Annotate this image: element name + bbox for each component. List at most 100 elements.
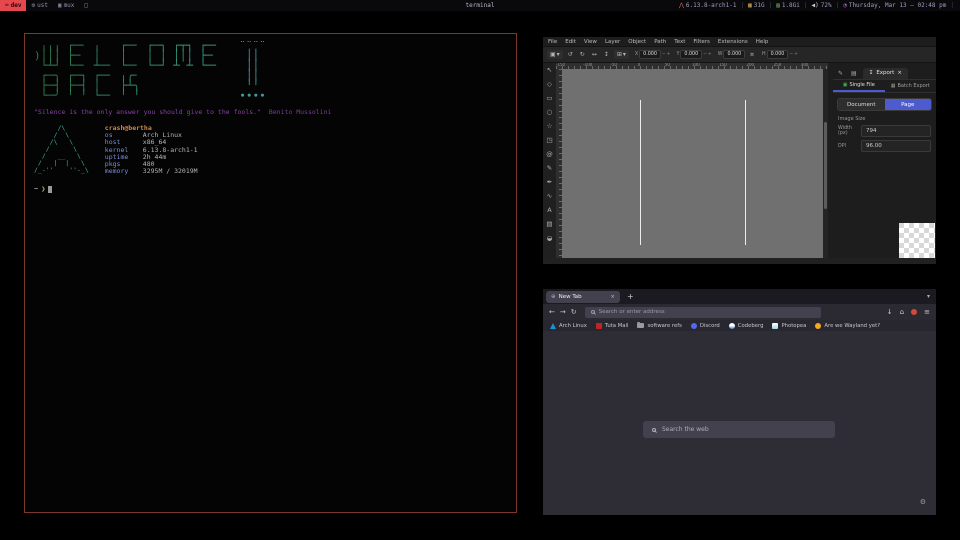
- workspace-tag-dev[interactable]: ⌨ dev: [0, 0, 26, 11]
- gear-tag-icon: ⚙: [31, 2, 35, 9]
- status-bar: ⌨ dev ⚙ ust ▣ mux □ terminal ⋀6.13.8-arc…: [0, 0, 960, 11]
- menu-view[interactable]: View: [584, 39, 597, 45]
- url-bar[interactable]: Search or enter address: [585, 307, 821, 318]
- menu-filters[interactable]: Filters: [693, 39, 710, 45]
- x-label: X: [635, 52, 638, 57]
- forward-button[interactable]: →: [560, 308, 566, 316]
- workspace-tag-mux[interactable]: ▣ mux: [53, 0, 79, 11]
- chevron-down-icon: ▾: [623, 51, 626, 58]
- close-icon[interactable]: ×: [897, 70, 902, 76]
- tool-selector-icon[interactable]: ↖: [543, 63, 556, 77]
- single-file-tab[interactable]: ▣Single File: [833, 80, 885, 92]
- x-minus-stepper[interactable]: −: [662, 52, 666, 57]
- tool-gradient-icon[interactable]: ▤: [543, 217, 556, 231]
- reload-button[interactable]: ↻: [571, 308, 577, 316]
- tool-ellipse-icon[interactable]: ○: [543, 105, 556, 119]
- y-minus-stepper[interactable]: −: [703, 52, 707, 57]
- x-input[interactable]: 0.000: [639, 50, 661, 59]
- new-tab-button[interactable]: +: [627, 293, 634, 301]
- gear-icon[interactable]: ⚙: [920, 498, 926, 506]
- tool-star-icon[interactable]: ☆: [543, 119, 556, 133]
- desktop: ⌨ dev ⚙ ust ▣ mux □ terminal ⋀6.13.8-arc…: [0, 0, 960, 540]
- batch-export-tab[interactable]: ▦Batch Export: [885, 80, 937, 92]
- canvas[interactable]: [562, 69, 823, 258]
- width-row: Width (px) 794: [838, 125, 931, 137]
- rotate-ccw-button[interactable]: ↺: [566, 50, 575, 59]
- menu-extensions[interactable]: Extensions: [718, 39, 748, 45]
- rotate-cw-button[interactable]: ↻: [578, 50, 587, 59]
- menu-layer[interactable]: Layer: [605, 39, 620, 45]
- tool-calligraphy-icon[interactable]: ∿: [543, 189, 556, 203]
- nav-right-icons: ↓ ⌂ ≡: [887, 308, 930, 316]
- tool-spiral-icon[interactable]: @: [543, 147, 556, 161]
- h-input[interactable]: 0.000: [767, 50, 789, 59]
- x-plus-stepper[interactable]: +: [667, 52, 671, 57]
- y-plus-stepper[interactable]: +: [708, 52, 712, 57]
- workspace-tag-empty[interactable]: □: [79, 0, 93, 11]
- volume-icon: ◀): [812, 2, 819, 9]
- url-placeholder: Search or enter address: [599, 309, 665, 315]
- h-plus-stepper[interactable]: +: [794, 52, 798, 57]
- align-icon: ⊞: [617, 51, 622, 58]
- tool-pencil-icon[interactable]: ✎: [543, 161, 556, 175]
- bookmark-software-refs-folder[interactable]: software refs: [637, 323, 681, 329]
- flip-vertical-button[interactable]: ↕: [602, 50, 611, 59]
- list-tabs-chevron-icon[interactable]: ▾: [927, 293, 933, 300]
- chevron-down-icon: ▾: [557, 51, 560, 58]
- export-dialog-tab[interactable]: ↧ Export ×: [863, 68, 908, 79]
- menu-path[interactable]: Path: [654, 39, 666, 45]
- bookmark-codeberg[interactable]: Codeberg: [729, 323, 764, 329]
- h-minus-stepper[interactable]: −: [789, 52, 793, 57]
- square-tag-icon: □: [84, 2, 88, 9]
- width-input[interactable]: 794: [861, 125, 931, 137]
- workspace-tag-ust[interactable]: ⚙ ust: [26, 0, 52, 11]
- menu-help[interactable]: Help: [756, 39, 769, 45]
- y-input[interactable]: 0.000: [680, 50, 702, 59]
- align-dropdown[interactable]: ⊞▾: [614, 50, 629, 59]
- tab-close-icon[interactable]: ×: [610, 294, 615, 300]
- tool-box3d-icon[interactable]: ◳: [543, 133, 556, 147]
- active-tab[interactable]: ⊕ New Tab ×: [546, 291, 620, 303]
- bookmark-photopea[interactable]: Photopea: [772, 323, 806, 329]
- y-field-group: Y0.000−+: [676, 50, 711, 59]
- scrollbar-thumb[interactable]: [824, 122, 827, 209]
- terminal-window[interactable]: ╷╷╷ ┌─╴ ╷ ┌─╴ ┌─┐ ┌┬┐ ┌─╴ ¨¨¨¨)│││ ├─ │ …: [24, 33, 517, 513]
- menu-object[interactable]: Object: [628, 39, 646, 45]
- menu-icon[interactable]: ≡: [924, 308, 930, 316]
- bookmark-discord[interactable]: Discord: [691, 323, 720, 329]
- search-placeholder: Search the web: [662, 426, 709, 433]
- tool-node-icon[interactable]: ◇: [543, 77, 556, 91]
- download-icon[interactable]: ↓: [887, 308, 893, 316]
- menu-edit[interactable]: Edit: [565, 39, 576, 45]
- x-field-group: X0.000−+: [635, 50, 671, 59]
- menu-text[interactable]: Text: [674, 39, 685, 45]
- tool-text-icon[interactable]: A: [543, 203, 556, 217]
- back-button[interactable]: ←: [549, 308, 555, 316]
- tool-rectangle-icon[interactable]: ▭: [543, 91, 556, 105]
- page-button[interactable]: Page: [885, 99, 932, 110]
- document-button[interactable]: Document: [838, 99, 885, 110]
- separator: |: [836, 2, 840, 9]
- lock-ratio-icon[interactable]: ¤: [748, 50, 756, 59]
- bookmark-are-we-wayland-yet[interactable]: Are we Wayland yet?: [815, 323, 880, 329]
- browser-window[interactable]: ⊕ New Tab × + ▾ ← → ↻ Search or enter ad…: [543, 289, 936, 515]
- web-search-input[interactable]: Search the web: [643, 421, 835, 438]
- dock-tab-layers-icon[interactable]: ▤: [849, 70, 859, 79]
- inkscape-window[interactable]: File Edit View Layer Object Path Text Fi…: [543, 37, 936, 264]
- dock-tab-pencil-icon[interactable]: ✎: [836, 70, 845, 79]
- tool-dropper-icon[interactable]: ◒: [543, 231, 556, 245]
- bookmark-arch-linux[interactable]: Arch Linux: [550, 323, 587, 329]
- canvas-scrollbar[interactable]: [823, 69, 828, 258]
- tool-pen-icon[interactable]: ✒: [543, 175, 556, 189]
- flip-horizontal-button[interactable]: ↔: [590, 50, 599, 59]
- welcome-ascii-art: ╷╷╷ ┌─╴ ╷ ┌─╴ ┌─┐ ┌┬┐ ┌─╴ ¨¨¨¨)│││ ├─ │ …: [34, 41, 507, 101]
- extension-record-icon[interactable]: [911, 309, 917, 315]
- selector-mode-dropdown[interactable]: ▣▾: [547, 50, 563, 59]
- dpi-input[interactable]: 96.00: [861, 140, 931, 152]
- bookmark-tuta-mail[interactable]: Tuta Mail: [596, 323, 629, 329]
- menu-file[interactable]: File: [548, 39, 557, 45]
- home-icon[interactable]: ⌂: [900, 308, 904, 316]
- shell-prompt[interactable]: ~ ❯: [34, 185, 507, 193]
- prompt-path: ~: [34, 185, 38, 193]
- w-input[interactable]: 0.000: [723, 50, 745, 59]
